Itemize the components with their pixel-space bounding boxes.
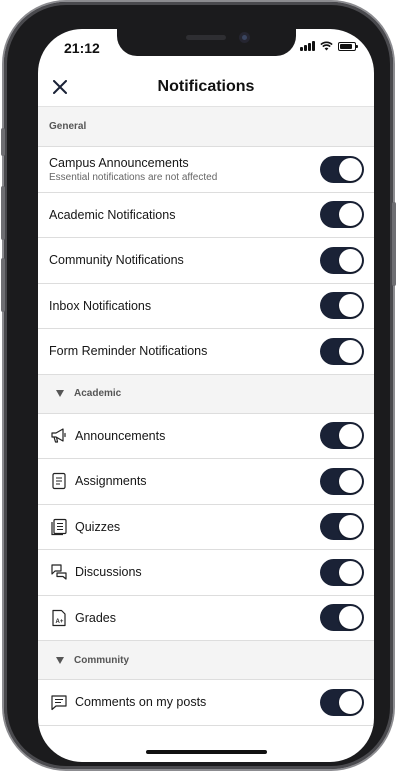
- setting-label: Grades: [75, 610, 116, 625]
- setting-label: Announcements: [75, 428, 166, 443]
- setting-row-discussions: Discussions: [38, 550, 374, 596]
- setting-row-assignments: Assignments: [38, 459, 374, 505]
- setting-row-announcements: Announcements: [38, 414, 374, 459]
- front-camera: [239, 32, 250, 43]
- form-reminder-notifications-toggle[interactable]: [320, 337, 364, 365]
- setting-label: Community Notifications: [49, 253, 184, 268]
- setting-row-community-notifications: Community Notifications: [38, 238, 374, 284]
- inbox-notifications-toggle[interactable]: [320, 292, 364, 320]
- grade-icon: A+: [49, 608, 69, 628]
- setting-row-grades: A+ Grades: [38, 596, 374, 641]
- section-label: Academic: [74, 388, 122, 399]
- app-header: Notifications: [38, 69, 374, 107]
- setting-label: Discussions: [75, 565, 142, 580]
- notch: [117, 29, 296, 56]
- battery-icon: [338, 41, 358, 51]
- setting-label: Inbox Notifications: [49, 298, 152, 313]
- setting-label: Quizzes: [75, 519, 121, 534]
- discussions-toggle[interactable]: [320, 558, 364, 586]
- megaphone-icon: [49, 426, 69, 446]
- discussion-icon: [49, 562, 69, 582]
- setting-subtitle: Essential notifications are not affected: [49, 171, 218, 183]
- assignment-icon: [49, 471, 69, 491]
- community-notifications-toggle[interactable]: [320, 246, 364, 274]
- svg-text:A+: A+: [56, 619, 64, 625]
- comments-on-my-posts-toggle[interactable]: [320, 688, 364, 716]
- setting-row-campus-announcements: Campus Announcements Essential notificat…: [38, 147, 374, 193]
- setting-label: Assignments: [75, 474, 147, 489]
- setting-label: Academic Notifications: [49, 207, 176, 222]
- section-header-academic[interactable]: Academic: [38, 374, 374, 414]
- mute-switch: [1, 128, 5, 156]
- section-label: General: [49, 121, 87, 132]
- phone-frame: 21:12 Notifications General Campus Annou…: [1, 2, 396, 769]
- speaker: [186, 35, 226, 40]
- setting-row-academic-notifications: Academic Notifications: [38, 193, 374, 238]
- academic-notifications-toggle[interactable]: [320, 201, 364, 229]
- section-header-community[interactable]: Community: [38, 641, 374, 680]
- announcements-toggle[interactable]: [320, 422, 364, 450]
- grades-toggle[interactable]: [320, 604, 364, 632]
- setting-row-form-reminder-notifications: Form Reminder Notifications: [38, 329, 374, 375]
- comment-icon: [49, 692, 69, 712]
- collapse-caret-icon: [56, 656, 64, 664]
- wifi-icon: [320, 41, 333, 51]
- assignments-toggle[interactable]: [320, 467, 364, 495]
- volume-down-button: [1, 258, 5, 312]
- screen: 21:12 Notifications General Campus Annou…: [38, 29, 374, 762]
- quizzes-toggle[interactable]: [320, 513, 364, 541]
- settings-list: General Campus Announcements Essential n…: [38, 107, 374, 726]
- setting-label: Form Reminder Notifications: [49, 344, 208, 359]
- volume-up-button: [1, 186, 5, 240]
- setting-label: Campus Announcements: [49, 155, 189, 170]
- status-time: 21:12: [64, 40, 100, 56]
- home-indicator[interactable]: [146, 750, 267, 754]
- cellular-signal-icon: [300, 41, 315, 51]
- quiz-icon: [49, 517, 69, 537]
- setting-row-inbox-notifications: Inbox Notifications: [38, 284, 374, 329]
- power-button: [392, 202, 396, 286]
- campus-announcements-toggle[interactable]: [320, 155, 364, 183]
- status-icons: [300, 41, 358, 51]
- section-label: Community: [74, 654, 129, 666]
- collapse-caret-icon: [56, 390, 64, 397]
- page-title: Notifications: [157, 78, 255, 95]
- setting-label: Comments on my posts: [75, 695, 207, 710]
- section-header-general: General: [38, 107, 374, 147]
- setting-row-quizzes: Quizzes: [38, 505, 374, 550]
- setting-row-comments-on-my-posts: Comments on my posts: [38, 680, 374, 726]
